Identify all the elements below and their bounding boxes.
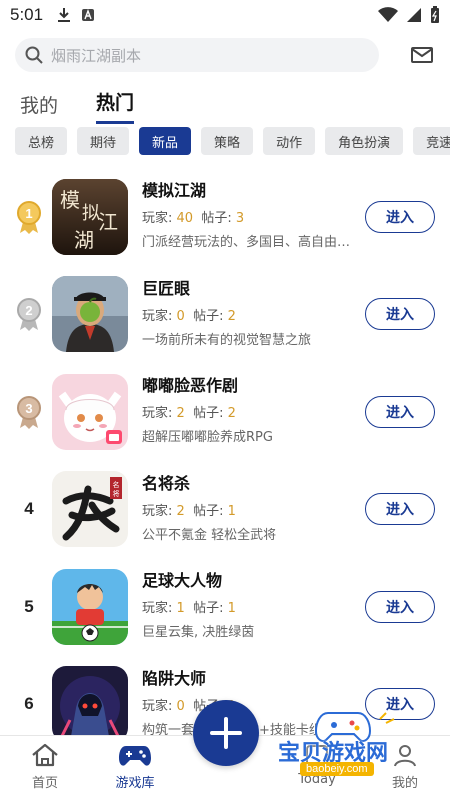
chip-overall[interactable]: 总榜 bbox=[15, 127, 68, 155]
chip-action[interactable]: 动作 bbox=[263, 127, 316, 155]
mail-icon[interactable] bbox=[409, 42, 435, 68]
game-info: 名将杀 玩家: 2 帖子: 1 公平不氪金 轻松全武将 bbox=[142, 473, 362, 543]
nav-home[interactable]: 首页 bbox=[10, 742, 80, 791]
game-name: 嘟嘟脸恶作剧 bbox=[142, 376, 239, 395]
nav-game-library[interactable]: 游戏库 bbox=[100, 742, 170, 791]
enter-button[interactable]: 进入 bbox=[365, 298, 435, 331]
game-name: 模拟江湖 bbox=[142, 181, 207, 200]
silver-medal-icon: 2 bbox=[14, 297, 44, 332]
nav-home-label: 首页 bbox=[31, 776, 58, 791]
nav-game-library-label: 游戏库 bbox=[115, 776, 155, 791]
game-stats: 玩家: 2 帖子: 2 bbox=[142, 406, 236, 421]
signal-icon bbox=[407, 8, 421, 22]
gold-medal-icon: 1 bbox=[14, 200, 44, 234]
search-row: 烟雨江湖副本 bbox=[15, 37, 435, 73]
home-icon bbox=[32, 743, 58, 767]
list-item[interactable]: 3 嘟嘟脸恶作剧 玩家: 2 帖子: 2 超解压嘟嘟脸养成RPG 进入 bbox=[0, 363, 450, 461]
enter-button[interactable]: 进入 bbox=[365, 590, 435, 623]
game-icon-moni-jianghu[interactable]: 模拟江湖 bbox=[52, 178, 128, 255]
top-tabs: 我的 热门 bbox=[20, 88, 135, 124]
game-icon-mingjiangsha[interactable]: 名将 bbox=[52, 471, 128, 548]
list-item[interactable]: 2 巨匠眼 玩家: 0 帖子: 2 一场前所未有的视觉智慧之旅 进入 bbox=[0, 266, 450, 364]
game-stats: 玩家: 2 帖子: 1 bbox=[142, 503, 236, 519]
chip-expected[interactable]: 期待 bbox=[77, 127, 130, 155]
game-icon-jujiang-yan[interactable] bbox=[52, 276, 128, 353]
game-desc: 公平不氪金 轻松全武将 bbox=[142, 527, 277, 543]
status-bar: 5:01 bbox=[0, 0, 450, 30]
svg-text:3: 3 bbox=[25, 401, 32, 416]
svg-text:湖: 湖 bbox=[74, 228, 94, 252]
game-name: 陷阱大师 bbox=[142, 668, 207, 688]
game-desc: 巨星云集, 决胜绿茵 bbox=[142, 625, 255, 640]
game-desc: 门派经营玩法的、多国目、高自由… bbox=[142, 235, 351, 250]
rank-number: 4 bbox=[24, 499, 34, 519]
download-icon bbox=[58, 8, 71, 22]
enter-button[interactable]: 进入 bbox=[365, 200, 435, 233]
list-item[interactable]: 1 模拟江湖 模拟江湖 玩家: 40 帖子: 3 门派经营玩法的、多国目、高自由… bbox=[0, 168, 450, 266]
enter-button[interactable]: 进入 bbox=[365, 493, 435, 526]
wifi-icon bbox=[378, 7, 398, 22]
svg-text:江: 江 bbox=[98, 210, 118, 234]
svg-text:将: 将 bbox=[113, 489, 120, 498]
search-placeholder: 烟雨江湖副本 bbox=[51, 46, 142, 65]
game-name: 名将杀 bbox=[142, 473, 191, 493]
enter-button[interactable]: 进入 bbox=[365, 395, 435, 428]
game-info: 足球大人物 玩家: 1 帖子: 1 巨星云集, 决胜绿茵 bbox=[142, 570, 362, 640]
category-chips: 总榜 期待 新品 策略 动作 角色扮演 竞速 bbox=[15, 127, 450, 155]
game-name: 足球大人物 bbox=[142, 571, 223, 590]
game-desc: 一场前所未有的视觉智慧之旅 bbox=[142, 332, 312, 348]
game-icon-dudulian[interactable] bbox=[52, 373, 128, 450]
game-icon-xianjing-dashi[interactable] bbox=[52, 666, 128, 743]
list-item[interactable]: 4 名将 名将杀 玩家: 2 帖子: 1 公平不氪金 轻松全武将 进入 bbox=[0, 461, 450, 559]
game-desc: 超解压嘟嘟脸养成RPG bbox=[142, 430, 273, 445]
rank-number: 6 bbox=[24, 694, 34, 714]
plus-icon bbox=[210, 717, 242, 749]
search-input[interactable]: 烟雨江湖副本 bbox=[15, 38, 379, 72]
svg-text:模: 模 bbox=[60, 188, 80, 212]
status-time: 5:01 bbox=[10, 5, 44, 24]
game-stats: 玩家: 40 帖子: 3 bbox=[142, 211, 245, 226]
search-icon bbox=[25, 46, 43, 64]
watermark-url: baobeiy.com bbox=[300, 762, 374, 776]
game-stats: 玩家: 0 帖子: 2 bbox=[142, 308, 236, 324]
game-list: 1 模拟江湖 模拟江湖 玩家: 40 帖子: 3 门派经营玩法的、多国目、高自由… bbox=[0, 168, 450, 753]
add-button[interactable] bbox=[193, 700, 259, 766]
game-stats: 玩家: 1 帖子: 1 bbox=[142, 601, 236, 616]
game-info: 巨匠眼 玩家: 0 帖子: 2 一场前所未有的视觉智慧之旅 bbox=[142, 278, 362, 348]
app-notification-icon bbox=[82, 9, 95, 21]
chip-racing[interactable]: 竞速 bbox=[413, 127, 450, 155]
chip-new[interactable]: 新品 bbox=[139, 127, 192, 155]
svg-text:2: 2 bbox=[25, 303, 32, 318]
svg-text:名: 名 bbox=[113, 480, 120, 489]
bronze-medal-icon: 3 bbox=[14, 395, 44, 429]
gamepad-icon bbox=[119, 746, 151, 766]
game-info: 嘟嘟脸恶作剧 玩家: 2 帖子: 2 超解压嘟嘟脸养成RPG bbox=[142, 375, 362, 445]
chip-strategy[interactable]: 策略 bbox=[201, 127, 254, 155]
game-info: 模拟江湖 玩家: 40 帖子: 3 门派经营玩法的、多国目、高自由… bbox=[142, 180, 362, 250]
list-item[interactable]: 5 足球大人物 玩家: 1 帖子: 1 巨星云集, 决胜绿茵 进入 bbox=[0, 558, 450, 656]
rank-number: 5 bbox=[24, 596, 34, 616]
game-icon-zuqiu-darenwu[interactable] bbox=[52, 568, 128, 645]
chip-rpg[interactable]: 角色扮演 bbox=[325, 127, 404, 155]
battery-icon bbox=[431, 6, 439, 23]
tab-popular[interactable]: 热门 bbox=[96, 88, 135, 124]
game-name: 巨匠眼 bbox=[142, 278, 191, 298]
svg-text:1: 1 bbox=[25, 206, 32, 221]
tab-mine[interactable]: 我的 bbox=[20, 91, 58, 124]
